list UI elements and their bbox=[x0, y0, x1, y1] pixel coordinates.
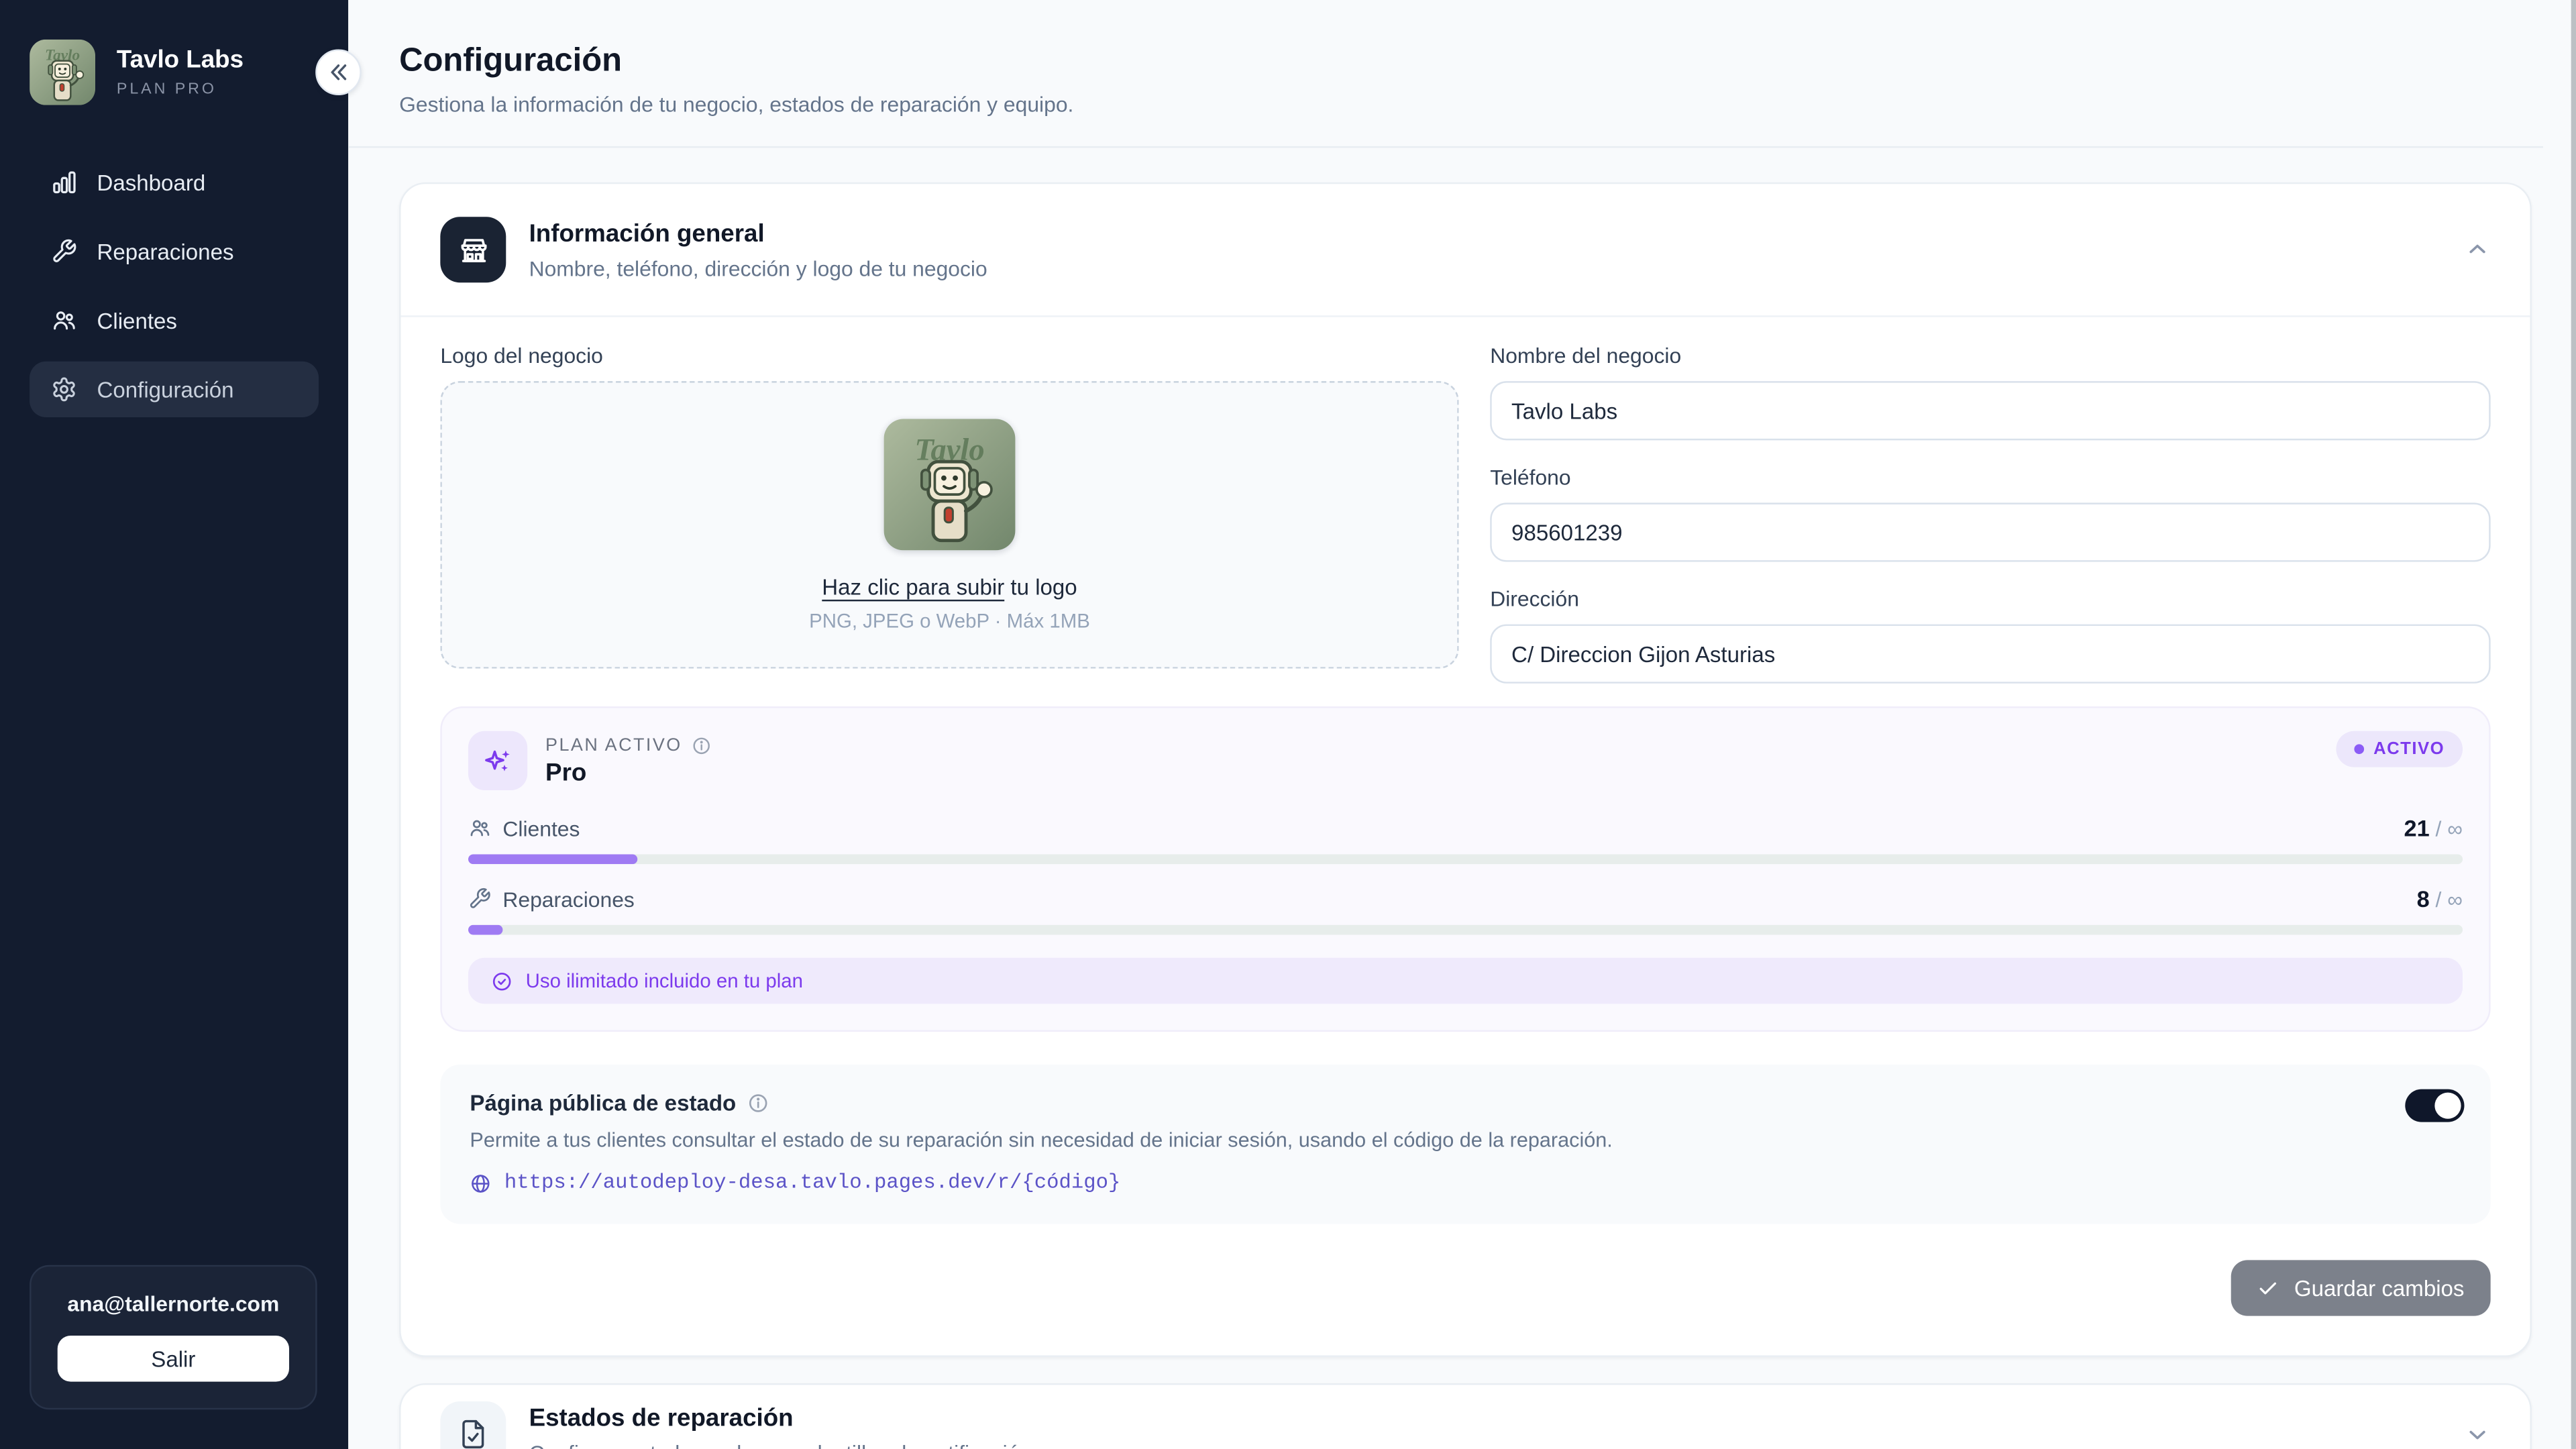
general-info-card-heading: Información general Nombre, teléfono, di… bbox=[529, 219, 987, 280]
status-dot bbox=[2354, 744, 2364, 754]
vertical-scrollbar[interactable] bbox=[2570, 0, 2576, 1449]
usage-value: 21 / ∞ bbox=[2404, 815, 2463, 841]
sidebar-item-label: Dashboard bbox=[97, 170, 205, 195]
save-row: Guardar cambios bbox=[440, 1260, 2490, 1316]
page-title: Configuración bbox=[399, 43, 2504, 80]
business-name-field[interactable] bbox=[1490, 381, 2490, 440]
bar-chart-icon bbox=[51, 169, 77, 195]
brand-logo-image: Tavlo bbox=[30, 40, 95, 105]
repair-states-heading: Estados de reparación Configura estados,… bbox=[529, 1404, 1032, 1449]
general-info-card-header: Información general Nombre, teléfono, di… bbox=[401, 184, 2530, 315]
logo-label: Logo del negocio bbox=[440, 343, 1458, 370]
general-info-card: Información general Nombre, teléfono, di… bbox=[399, 182, 2532, 1357]
info-icon bbox=[692, 735, 711, 755]
usage-label: Clientes bbox=[502, 816, 580, 841]
info-icon bbox=[747, 1093, 769, 1114]
usage-label: Reparaciones bbox=[502, 886, 634, 911]
brand-name: Tavlo Labs bbox=[117, 46, 244, 76]
user-email: ana@tallernorte.com bbox=[58, 1291, 289, 1316]
usage-row-clientes: Clientes 21 / ∞ bbox=[468, 815, 2463, 864]
brand-plan-badge: PLAN PRO bbox=[117, 80, 244, 99]
logout-button[interactable]: Salir bbox=[58, 1336, 289, 1382]
page-subtitle: Gestiona la información de tu negocio, e… bbox=[399, 92, 2504, 117]
sidebar-item-configuracion[interactable]: Configuración bbox=[30, 362, 319, 417]
sidebar-item-dashboard[interactable]: Dashboard bbox=[30, 154, 319, 210]
check-icon bbox=[2258, 1277, 2279, 1299]
progress-track bbox=[468, 854, 2463, 864]
app-window: Tavlo Tavlo Labs PLAN PRO bbox=[0, 0, 2576, 1449]
check-circle-icon bbox=[491, 970, 513, 991]
progress-track bbox=[468, 925, 2463, 935]
gear-icon bbox=[51, 376, 77, 402]
brand: Tavlo Tavlo Labs PLAN PRO bbox=[0, 0, 348, 105]
usage-row-reparaciones: Reparaciones 8 / ∞ bbox=[468, 885, 2463, 934]
logo-upload-dropzone[interactable]: Tavlo bbox=[440, 381, 1458, 669]
plan-header: PLAN ACTIVO Pro ACTIVO bbox=[468, 731, 2463, 790]
save-button[interactable]: Guardar cambios bbox=[2232, 1260, 2491, 1316]
card-subtitle: Configura estados, colores y plantillas … bbox=[529, 1440, 1032, 1449]
chevron-down-icon bbox=[2464, 1421, 2490, 1447]
plan-heading: PLAN ACTIVO Pro bbox=[545, 735, 712, 786]
public-page-url[interactable]: https://autodeploy-desa.tavlo.pages.dev/… bbox=[504, 1171, 1121, 1194]
sidebar-item-reparaciones[interactable]: Reparaciones bbox=[30, 223, 319, 279]
plan-name: Pro bbox=[545, 758, 712, 786]
sidebar-item-label: Configuración bbox=[97, 377, 233, 402]
users-icon bbox=[468, 816, 491, 839]
logo-column: Logo del negocio Tavlo bbox=[440, 343, 1458, 684]
plan-panel: PLAN ACTIVO Pro ACTIVO bbox=[440, 706, 2490, 1032]
public-page-description: Permite a tus clientes consultar el esta… bbox=[470, 1128, 2461, 1151]
plan-status-badge: ACTIVO bbox=[2336, 731, 2463, 767]
address-label: Dirección bbox=[1490, 586, 2490, 612]
usage-value: 8 / ∞ bbox=[2417, 885, 2463, 912]
general-info-card-body: Logo del negocio Tavlo bbox=[401, 317, 2530, 1356]
sidebar-item-label: Reparaciones bbox=[97, 239, 233, 264]
brand-text: Tavlo Labs PLAN PRO bbox=[117, 46, 244, 99]
user-box: ana@tallernorte.com Salir bbox=[30, 1265, 317, 1410]
tools-icon bbox=[468, 887, 491, 910]
storefront-icon bbox=[440, 217, 506, 282]
file-check-icon bbox=[440, 1401, 506, 1449]
business-logo-image: Tavlo bbox=[884, 418, 1016, 549]
expand-section-button[interactable] bbox=[2464, 1421, 2490, 1447]
sidebar-item-clientes[interactable]: Clientes bbox=[30, 292, 319, 348]
public-page-url-row: https://autodeploy-desa.tavlo.pages.dev/… bbox=[470, 1171, 2461, 1194]
sidebar-nav: Dashboard Reparaciones Clientes bbox=[0, 154, 348, 417]
sparkles-icon bbox=[468, 731, 527, 790]
globe-icon bbox=[470, 1172, 491, 1193]
settings-content: Información general Nombre, teléfono, di… bbox=[348, 148, 2576, 1449]
progress-fill bbox=[468, 925, 502, 935]
upload-hint: PNG, JPEG o WebP · Máx 1MB bbox=[809, 608, 1090, 631]
card-subtitle: Nombre, teléfono, dirección y logo de tu… bbox=[529, 256, 987, 280]
main-content: Configuración Gestiona la información de… bbox=[348, 0, 2576, 1449]
toggle-knob bbox=[2434, 1093, 2461, 1119]
public-page-toggle[interactable] bbox=[2405, 1089, 2464, 1122]
sidebar-collapse-button[interactable] bbox=[315, 49, 362, 95]
repair-states-card: Estados de reparación Configura estados,… bbox=[399, 1383, 2532, 1449]
page-header: Configuración Gestiona la información de… bbox=[348, 0, 2543, 148]
phone-field[interactable] bbox=[1490, 502, 2490, 561]
progress-fill bbox=[468, 854, 638, 864]
fields-column: Nombre del negocio Teléfono Dirección bbox=[1490, 343, 2490, 684]
plan-label: PLAN ACTIVO bbox=[545, 735, 682, 755]
phone-label: Teléfono bbox=[1490, 465, 2490, 491]
card-title: Información general bbox=[529, 219, 987, 248]
address-field[interactable] bbox=[1490, 625, 2490, 684]
upload-instruction: Haz clic para subir tu logo bbox=[822, 574, 1077, 599]
users-icon bbox=[51, 307, 77, 333]
sidebar-item-label: Clientes bbox=[97, 308, 176, 333]
public-page-panel: Página pública de estado Permite a tus c… bbox=[440, 1065, 2490, 1224]
card-title: Estados de reparación bbox=[529, 1404, 1032, 1432]
plan-note: Uso ilimitado incluido en tu plan bbox=[468, 958, 2463, 1004]
sidebar: Tavlo Tavlo Labs PLAN PRO bbox=[0, 0, 348, 1449]
double-chevron-left-icon bbox=[327, 61, 350, 84]
collapse-section-button[interactable] bbox=[2464, 237, 2490, 263]
chevron-up-icon bbox=[2464, 237, 2490, 263]
tools-icon bbox=[51, 238, 77, 264]
public-page-title: Página pública de estado bbox=[470, 1091, 736, 1116]
repair-states-card-header[interactable]: Estados de reparación Configura estados,… bbox=[401, 1385, 2530, 1449]
business-name-label: Nombre del negocio bbox=[1490, 343, 2490, 370]
